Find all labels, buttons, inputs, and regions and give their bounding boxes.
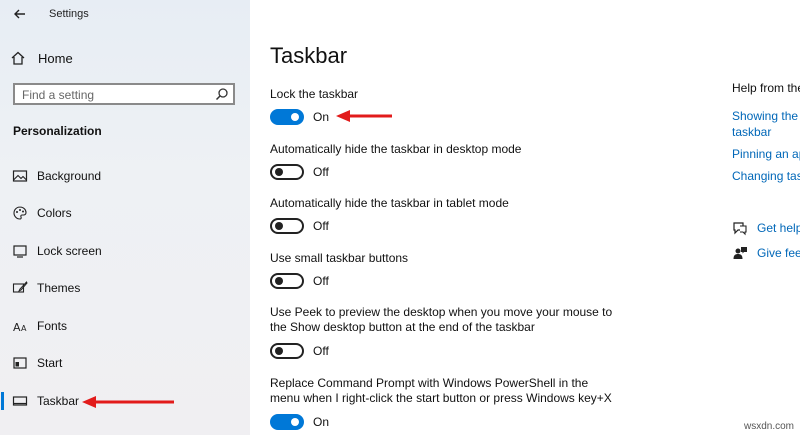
sidebar: Settings Home Find a setting Personaliza… xyxy=(0,0,250,435)
watermark: wsxdn.com xyxy=(743,421,794,432)
sidebar-item-label: Lock screen xyxy=(37,244,102,258)
sidebar-item-label: Taskbar xyxy=(37,394,80,408)
search-placeholder: Find a setting xyxy=(22,88,95,102)
toggle-hide-desktop[interactable] xyxy=(270,164,304,180)
help-link-changing[interactable]: Changing tas xyxy=(732,169,800,184)
main-content: Taskbar Lock the taskbar On Automaticall… xyxy=(250,0,800,435)
home-icon xyxy=(11,51,25,65)
sidebar-item-label: Colors xyxy=(37,206,72,220)
chat-bubble-icon xyxy=(733,222,747,236)
give-feedback-label: Give feec xyxy=(757,246,800,260)
font-icon: A A xyxy=(13,321,27,334)
setting-label-small-buttons: Use small taskbar buttons xyxy=(270,251,409,265)
sidebar-item-label: Themes xyxy=(37,281,81,295)
window-title: Settings xyxy=(49,8,89,20)
sidebar-item-label: Fonts xyxy=(37,319,68,333)
palette-icon xyxy=(13,206,27,220)
sidebar-item-label: Background xyxy=(37,169,102,183)
sidebar-item-colors[interactable]: Colors xyxy=(0,198,250,228)
toggle-small-buttons[interactable] xyxy=(270,273,304,289)
start-icon xyxy=(13,357,27,369)
back-button[interactable] xyxy=(10,5,30,23)
setting-label-powershell: Replace Command Prompt with Windows Powe… xyxy=(270,376,612,405)
toggle-knob xyxy=(275,168,283,176)
get-help-link[interactable]: Get help xyxy=(732,220,800,236)
help-link-showing-taskbar-cont[interactable]: taskbar xyxy=(732,125,771,140)
selection-indicator xyxy=(1,392,4,410)
setting-label-hide-desktop: Automatically hide the taskbar in deskto… xyxy=(270,142,522,156)
toggle-knob xyxy=(291,418,299,426)
toggle-state-hide-desktop: Off xyxy=(313,165,329,179)
sidebar-item-themes[interactable]: Themes xyxy=(0,273,250,303)
sidebar-item-home[interactable]: Home xyxy=(10,47,73,69)
section-label: Personalization xyxy=(13,124,102,138)
sidebar-item-label: Start xyxy=(37,356,63,370)
setting-label-peek: Use Peek to preview the desktop when you… xyxy=(270,305,613,334)
give-feedback-link[interactable]: Give feec xyxy=(732,245,800,261)
toggle-state-lock-taskbar: On xyxy=(313,110,330,124)
help-link-showing-taskbar[interactable]: Showing the xyxy=(732,109,798,124)
toggle-state-hide-tablet: Off xyxy=(313,219,329,233)
setting-label-lock-taskbar: Lock the taskbar xyxy=(270,87,359,101)
svg-text:A: A xyxy=(13,321,21,334)
search-input[interactable]: Find a setting xyxy=(13,83,235,105)
toggle-state-peek: Off xyxy=(313,344,329,358)
taskbar-icon xyxy=(12,396,28,406)
sidebar-item-background[interactable]: Background xyxy=(0,161,250,191)
toggle-knob xyxy=(275,222,283,230)
brush-icon xyxy=(12,281,28,293)
toggle-lock-taskbar[interactable] xyxy=(270,109,304,125)
feedback-icon xyxy=(733,247,747,259)
get-help-label: Get help xyxy=(757,221,800,235)
svg-text:A: A xyxy=(21,324,27,333)
back-arrow-icon xyxy=(14,9,25,19)
help-title: Help from the xyxy=(732,81,800,95)
toggle-state-small-buttons: Off xyxy=(313,274,329,288)
home-label: Home xyxy=(38,50,73,66)
help-link-pinning[interactable]: Pinning an ap xyxy=(732,147,800,162)
sidebar-item-fonts[interactable]: A A Fonts xyxy=(0,311,250,341)
toggle-knob xyxy=(275,347,283,355)
annotation-arrow-taskbar xyxy=(82,396,174,408)
sidebar-item-lock-screen[interactable]: Lock screen xyxy=(0,236,250,266)
toggle-knob xyxy=(291,113,299,121)
annotation-arrow-lock-taskbar xyxy=(336,110,392,122)
toggle-powershell[interactable] xyxy=(270,414,304,430)
toggle-peek[interactable] xyxy=(270,343,304,359)
lock-screen-icon xyxy=(13,245,27,258)
sidebar-item-start[interactable]: Start xyxy=(0,348,250,378)
picture-icon xyxy=(12,170,28,182)
search-icon[interactable] xyxy=(215,87,229,101)
setting-label-hide-tablet: Automatically hide the taskbar in tablet… xyxy=(270,196,509,210)
toggle-knob xyxy=(275,277,283,285)
toggle-state-powershell: On xyxy=(313,415,330,429)
page-title: Taskbar xyxy=(270,43,348,68)
toggle-hide-tablet[interactable] xyxy=(270,218,304,234)
